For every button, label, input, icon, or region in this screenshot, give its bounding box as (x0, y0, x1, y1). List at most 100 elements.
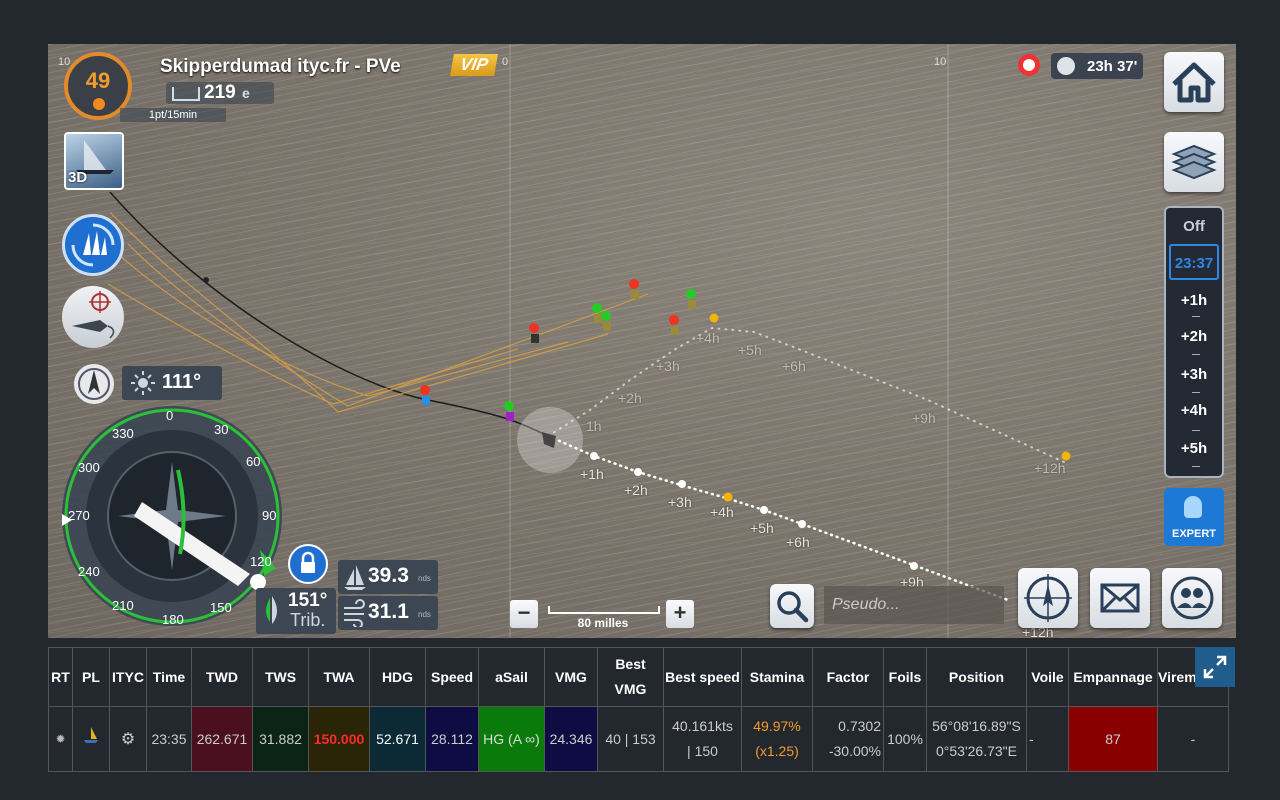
rank-box[interactable]: 219 e (166, 82, 274, 104)
table-row: ✹ ⚙ 23:35 262.671 31.882 150.000 52.671 … (48, 706, 1229, 772)
search-icon (777, 591, 809, 623)
sun-wind-icon (131, 371, 155, 395)
column-header: Voile (1026, 647, 1069, 707)
time-cell: 23:35 (146, 706, 192, 772)
layers-icon (1171, 144, 1217, 180)
crosshair-icon (72, 291, 115, 339)
table-header-row: RT PL ITYC Time TWD TWS TWA HDG Speed aS… (48, 647, 1229, 707)
forecast-label: +2h (624, 482, 648, 498)
compass-tick: 270 (68, 508, 90, 523)
compass-button[interactable] (1018, 568, 1078, 628)
best-speed-angle: | 150 (687, 743, 718, 759)
stamina-value: 49.97% (753, 718, 801, 734)
heading-value: 151° (288, 590, 328, 611)
podium-icon (172, 87, 200, 101)
zoom-in-button[interactable]: + (666, 600, 694, 628)
zoom-out-button[interactable]: − (510, 600, 538, 628)
wind-direction-box: 111° (122, 366, 222, 400)
compass-tick: 0 (166, 408, 174, 423)
lock-icon (301, 551, 315, 573)
compass-tick: 180 (162, 612, 184, 627)
compass-tick: 330 (112, 426, 134, 441)
heading-compass[interactable]: 0 30 60 90 120 150 180 210 240 270 300 3… (60, 404, 284, 634)
column-header: aSail (478, 647, 545, 707)
friends-button[interactable] (1162, 568, 1222, 628)
forecast-label-alt: +12h (1034, 460, 1066, 476)
lifebuoy-icon[interactable] (1018, 54, 1040, 76)
sail-image-icon (76, 140, 114, 174)
timeline-step[interactable]: +5h (1166, 440, 1222, 457)
view-3d-label: 3D (68, 169, 88, 186)
timeline-divider (1192, 430, 1200, 431)
column-header: Best VMG (597, 647, 664, 707)
timeline-off[interactable]: Off (1166, 218, 1222, 235)
expand-icon (1203, 655, 1227, 679)
timeline-step[interactable]: +3h (1166, 366, 1222, 383)
scale-bar (548, 606, 660, 614)
column-header: Foils (883, 647, 927, 707)
column-header: Best speed (663, 647, 742, 707)
forecast-waypoint (709, 313, 719, 323)
remaining-time: 23h 37' (1087, 58, 1138, 75)
search-button[interactable] (770, 584, 814, 628)
column-header: Time (146, 647, 192, 707)
avatar-icon (1057, 57, 1075, 75)
sail-icon (266, 596, 277, 624)
forecast-label: +1h (580, 466, 604, 482)
timeline-current[interactable]: 23:37 (1169, 244, 1219, 280)
compass-tick: 60 (246, 454, 261, 469)
expert-button[interactable]: EXPERT (1164, 488, 1224, 546)
expand-button[interactable] (1195, 647, 1235, 687)
best-speed-value: 40.161kts (672, 718, 733, 734)
timeline-divider (1192, 316, 1200, 317)
forecast-timeline[interactable]: Off 23:37 +1h +2h +3h +4h +5h (1164, 206, 1224, 478)
stamina-cell: 49.97% (x1.25) (741, 706, 813, 772)
mail-button[interactable] (1090, 568, 1150, 628)
boat-speed-value: 39.3 (368, 564, 409, 587)
sails-icon (71, 223, 115, 267)
position-longitude: 0°53'26.73"E (936, 743, 1017, 759)
timeline-step[interactable]: +4h (1166, 402, 1222, 419)
pl-cell (72, 706, 110, 772)
home-button[interactable] (1164, 52, 1224, 112)
compass-tick: 90 (262, 508, 277, 523)
twa-cell: 150.000 (308, 706, 370, 772)
heading-lock-button[interactable] (288, 544, 328, 584)
compass-dial (62, 406, 282, 626)
sail-change-button[interactable] (62, 214, 124, 276)
competitor-markers (420, 279, 696, 421)
forecast-label-alt: +6h (782, 358, 806, 374)
timeline-step[interactable]: +2h (1166, 328, 1222, 345)
forecast-label: +4h (710, 504, 734, 520)
timeline-divider (1192, 466, 1200, 467)
compass-tick: 150 (210, 600, 232, 615)
grid-label: 10 (58, 56, 71, 68)
forecast-waypoint (723, 492, 733, 502)
waypoint-button[interactable] (62, 286, 124, 348)
grid-label: 0 (502, 56, 509, 68)
tws-cell: 31.882 (252, 706, 309, 772)
column-header: Factor (812, 647, 884, 707)
pseudo-search-input[interactable] (824, 586, 1004, 624)
level-value: 49 (85, 68, 111, 93)
forecast-label-alt: +5h (738, 342, 762, 358)
column-header: TWS (252, 647, 309, 707)
north-up-button[interactable] (74, 364, 114, 404)
timeline-step[interactable]: +1h (1166, 292, 1222, 309)
north-arrow-icon (78, 368, 110, 400)
rank-value: 219 (204, 82, 236, 103)
points-rate: 1pt/15min (120, 108, 226, 122)
compass-tick: 210 (112, 598, 134, 613)
view-3d-button[interactable]: 3D (64, 132, 124, 190)
layers-button[interactable] (1164, 132, 1224, 192)
wind-speed-unit: nds (418, 610, 431, 619)
forecast-label: +6h (786, 534, 810, 550)
mail-icon (1100, 583, 1140, 613)
race-map[interactable]: 10 0 10 +1h +2h +3h +4h +5h +6h +9h +12h… (48, 44, 1236, 638)
expert-label: EXPERT (1171, 528, 1216, 540)
forecast-label-alt: +4h (696, 330, 720, 346)
wind-direction-value: 111° (162, 371, 202, 393)
compass-icon (1024, 574, 1072, 622)
wind-icon (344, 599, 365, 627)
forecast-route (546, 434, 1010, 602)
